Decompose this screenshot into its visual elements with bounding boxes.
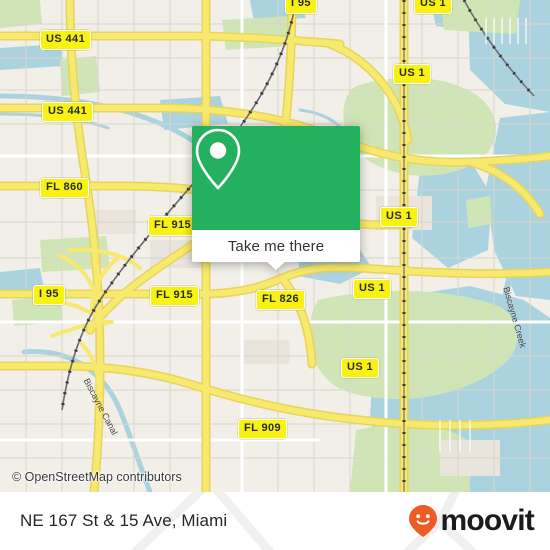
road-shield-fl826[interactable]: FL 826 — [256, 290, 306, 310]
road-shield-us441-2[interactable]: US 441 — [42, 102, 94, 122]
popup-footer[interactable]: Take me there — [192, 230, 360, 270]
road-shield-fl860[interactable]: FL 860 — [40, 178, 90, 198]
moovit-brand[interactable]: moovit — [408, 504, 535, 538]
map-pin-icon — [195, 128, 241, 190]
road-shield-us1-top[interactable]: US 1 — [414, 0, 453, 14]
road-shield-us1-1[interactable]: US 1 — [393, 64, 432, 84]
road-shield-fl909[interactable]: FL 909 — [238, 419, 288, 439]
road-shield-i95[interactable]: I 95 — [33, 285, 65, 305]
road-shield-i95-top[interactable]: I 95 — [285, 0, 317, 14]
road-shield-us1-3[interactable]: US 1 — [353, 279, 392, 299]
map-screenshot: US 441 US 441 I 95 US 1 US 1 FL 860 FL 9… — [0, 0, 550, 550]
road-shield-fl915-2[interactable]: FL 915 — [150, 286, 200, 306]
road-shield-us441-1[interactable]: US 441 — [40, 30, 92, 50]
take-me-there-label: Take me there — [227, 237, 325, 255]
road-shield-fl915-1[interactable]: FL 915 — [148, 216, 198, 236]
osm-attribution[interactable]: © OpenStreetMap contributors — [12, 470, 182, 484]
location-title: NE 167 St & 15 Ave, Miami — [20, 511, 228, 530]
bottom-bar: NE 167 St & 15 Ave, Miami moovit — [0, 492, 550, 550]
popup-tail-pointer — [267, 262, 285, 270]
road-shield-us1-2[interactable]: US 1 — [380, 207, 419, 227]
location-popup[interactable]: Take me there — [192, 126, 360, 270]
popup-header — [192, 126, 360, 230]
moovit-wordmark: moovit — [440, 504, 534, 537]
map-canvas[interactable]: US 441 US 441 I 95 US 1 US 1 FL 860 FL 9… — [0, 0, 550, 492]
moovit-smiley-pin-icon — [409, 505, 438, 537]
road-shield-us1-4[interactable]: US 1 — [341, 358, 380, 378]
